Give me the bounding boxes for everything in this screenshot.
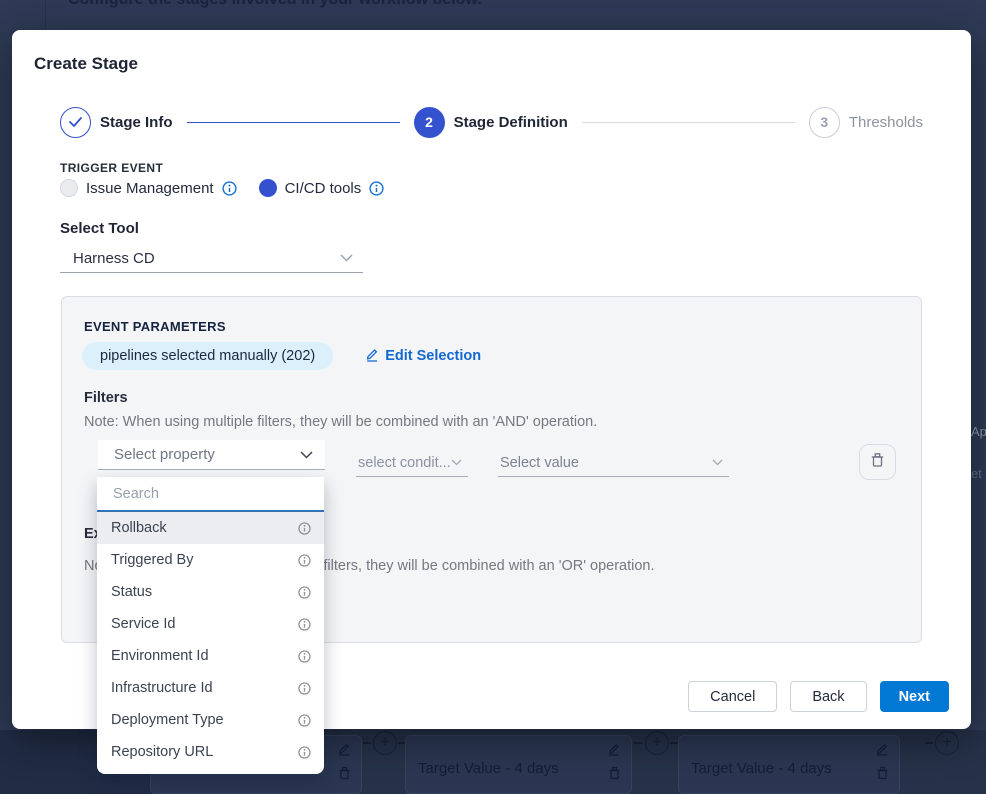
filter-property-select[interactable]: Select property (98, 440, 325, 470)
step-thresholds[interactable]: 3 Thresholds (809, 107, 923, 138)
modal-footer: Cancel Back Next (688, 681, 949, 712)
dropdown-item-label: Infrastructure Id (111, 680, 213, 696)
dropdown-item-label: Service Id (111, 616, 175, 632)
dropdown-item-label: Environment Id (111, 648, 209, 664)
edit-icon (365, 347, 379, 366)
stepper-connector (187, 122, 400, 123)
background-connector (670, 742, 678, 744)
background-stage-card: Target Value - 4 days (678, 735, 900, 794)
plus-icon: + (645, 731, 669, 755)
selection-pill: pipelines selected manually (202) (82, 342, 333, 370)
radio-circle-unselected[interactable] (60, 179, 78, 197)
step-number: 3 (809, 107, 840, 138)
trigger-event-options: Issue Management CI/CD tools (60, 179, 384, 197)
info-icon[interactable] (298, 682, 311, 695)
event-parameters-title: EVENT PARAMETERS (84, 319, 226, 334)
dropdown-item-label: Repository URL (111, 744, 213, 760)
step-label: Stage Info (100, 114, 173, 131)
search-input[interactable] (111, 485, 310, 503)
dropdown-item-label: Rollback (111, 520, 167, 536)
background-page-heading: Configure the stages involved in your wo… (68, 0, 482, 9)
info-icon[interactable] (298, 554, 311, 567)
chevron-down-icon (300, 451, 313, 459)
background-sidebar-divider (45, 0, 46, 30)
card-label: Target Value - 4 days (418, 760, 559, 777)
background-text-fragment: Ap (971, 424, 986, 439)
background-connector (925, 742, 933, 744)
plus-icon: + (373, 731, 397, 755)
trigger-event-label: TRIGGER EVENT (60, 161, 163, 175)
background-text-fragment: et (971, 466, 982, 481)
background-connector (634, 742, 642, 744)
filter-value-select[interactable]: Select value (498, 449, 729, 477)
info-icon[interactable] (298, 522, 311, 535)
info-icon[interactable] (369, 181, 384, 196)
dropdown-item[interactable]: Environment Id (97, 640, 324, 672)
background-connector (363, 742, 371, 744)
info-icon[interactable] (298, 618, 311, 631)
step-number: 2 (414, 107, 445, 138)
chevron-down-icon (451, 459, 462, 466)
dropdown-item[interactable]: Deployment Type (97, 704, 324, 736)
value-placeholder: Select value (500, 455, 579, 471)
property-placeholder: Select property (114, 446, 215, 463)
dropdown-item[interactable]: Status (97, 576, 324, 608)
tool-select[interactable]: Harness CD (60, 244, 363, 273)
radio-label[interactable]: CI/CD tools (285, 180, 362, 197)
edit-icon (607, 742, 621, 761)
chevron-down-icon (712, 459, 723, 466)
info-icon[interactable] (222, 181, 237, 196)
dropdown-item[interactable]: Infrastructure Id (97, 672, 324, 704)
dropdown-item-label: Triggered By (111, 552, 193, 568)
modal-title: Create Stage (34, 54, 138, 74)
step-label: Stage Definition (454, 114, 568, 131)
card-label: Target Value - 4 days (691, 760, 832, 777)
dropdown-item-list: Rollback Triggered By Status Service Id … (97, 512, 324, 768)
trash-icon (338, 766, 351, 785)
dropdown-item[interactable]: Repository URL (97, 736, 324, 768)
step-label: Thresholds (849, 114, 923, 131)
info-icon[interactable] (298, 746, 311, 759)
edit-icon (875, 742, 889, 761)
screen: Configure the stages involved in your wo… (0, 0, 986, 794)
trash-icon (608, 766, 621, 785)
info-icon[interactable] (298, 650, 311, 663)
select-tool-label: Select Tool (60, 220, 139, 237)
stepper: Stage Info 2 Stage Definition 3 Threshol… (60, 102, 923, 142)
stepper-connector (582, 122, 795, 123)
dropdown-item[interactable]: Triggered By (97, 544, 324, 576)
property-dropdown: Rollback Triggered By Status Service Id … (97, 477, 324, 774)
trash-icon (876, 766, 889, 785)
condition-placeholder: select condit... (358, 455, 451, 471)
info-icon[interactable] (298, 714, 311, 727)
info-icon[interactable] (298, 586, 311, 599)
filter-condition-select[interactable]: select condit... (356, 449, 468, 477)
check-icon (60, 107, 91, 138)
radio-label[interactable]: Issue Management (86, 180, 214, 197)
radio-circle-selected[interactable] (259, 179, 277, 197)
dropdown-item[interactable]: Service Id (97, 608, 324, 640)
delete-filter-button[interactable] (859, 444, 896, 480)
dropdown-item[interactable]: Rollback (97, 512, 324, 544)
trash-icon (870, 452, 885, 473)
radio-cicd-tools[interactable]: CI/CD tools (259, 179, 385, 197)
chevron-down-icon (340, 254, 353, 262)
dropdown-search (97, 477, 324, 512)
plus-icon: + (935, 731, 959, 755)
dropdown-item-label: Deployment Type (111, 712, 224, 728)
next-button[interactable]: Next (880, 681, 949, 712)
filters-note: Note: When using multiple filters, they … (84, 414, 597, 430)
tool-select-value: Harness CD (73, 250, 155, 267)
cancel-button[interactable]: Cancel (688, 681, 777, 712)
background-stage-card: Target Value - 4 days (405, 735, 632, 794)
step-stage-info[interactable]: Stage Info (60, 107, 173, 138)
edit-selection-label: Edit Selection (385, 348, 481, 364)
step-stage-definition[interactable]: 2 Stage Definition (414, 107, 568, 138)
filters-title: Filters (84, 390, 128, 406)
edit-selection-link[interactable]: Edit Selection (365, 347, 481, 366)
radio-issue-management[interactable]: Issue Management (60, 179, 237, 197)
edit-icon (337, 742, 351, 761)
back-button[interactable]: Back (790, 681, 866, 712)
dropdown-item-label: Status (111, 584, 152, 600)
